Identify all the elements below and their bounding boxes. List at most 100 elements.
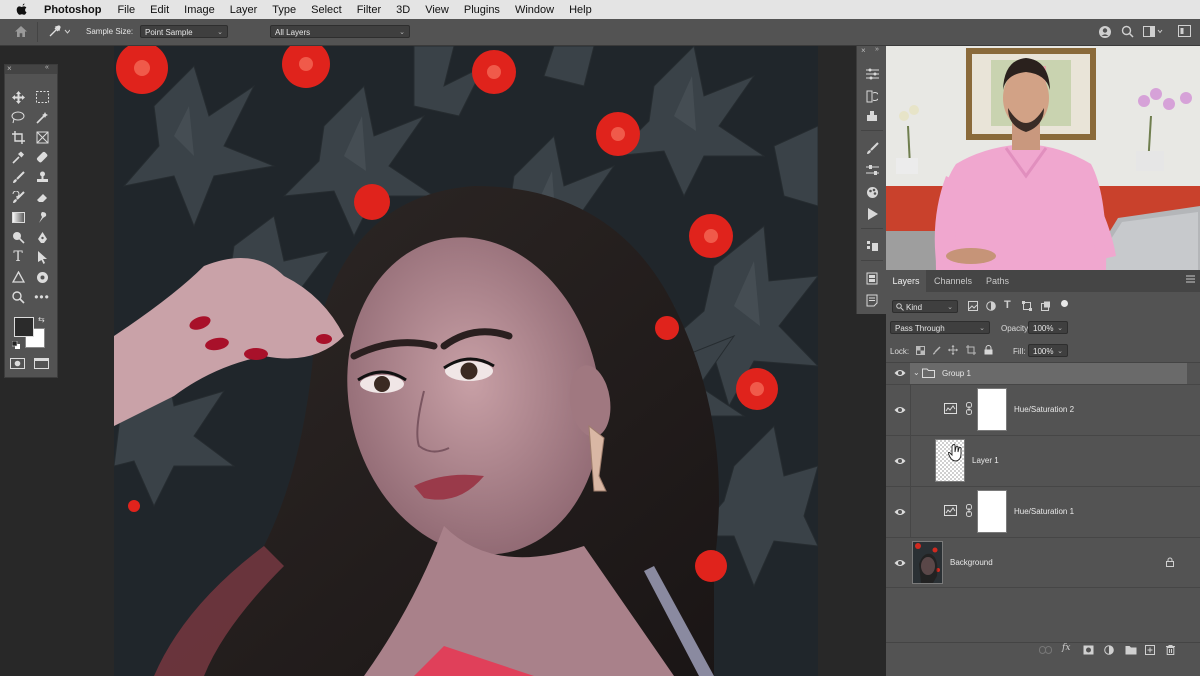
eye-icon[interactable]	[894, 507, 906, 517]
close-icon[interactable]: ×	[861, 46, 866, 55]
swap-colors-icon[interactable]: ⇆	[38, 315, 45, 324]
eye-icon[interactable]	[894, 405, 906, 415]
adjustments-icon[interactable]	[863, 162, 881, 178]
menu-plugins[interactable]: Plugins	[464, 4, 500, 16]
menu-filter[interactable]: Filter	[357, 4, 381, 16]
history-brush-tool-icon[interactable]	[8, 188, 28, 206]
filter-smart-object-icon[interactable]	[1041, 301, 1051, 311]
pen-tool-icon[interactable]	[32, 228, 52, 246]
more-tools-icon[interactable]: •••	[32, 288, 52, 306]
hand-tool-icon[interactable]	[32, 268, 52, 286]
filter-shape-icon[interactable]	[1022, 301, 1032, 311]
default-colors-icon[interactable]	[12, 341, 20, 349]
adjustment-layer-icon[interactable]	[1104, 645, 1114, 655]
layer-mask-thumbnail[interactable]	[977, 388, 1007, 431]
link-icon[interactable]	[966, 504, 972, 517]
lock-artboard-icon[interactable]	[966, 345, 976, 355]
shape-tool-icon[interactable]	[8, 268, 28, 286]
brush-tool-icon[interactable]	[8, 168, 28, 186]
menu-file[interactable]: File	[117, 4, 135, 16]
collapse-icon[interactable]: «	[45, 64, 49, 71]
expand-icon[interactable]: »	[875, 46, 879, 53]
lasso-tool-icon[interactable]	[8, 108, 28, 126]
arrange-icon[interactable]	[1178, 25, 1192, 38]
lock-transparent-icon[interactable]	[916, 346, 925, 355]
filter-type-icon[interactable]: T	[1004, 299, 1011, 311]
app-name[interactable]: Photoshop	[44, 4, 101, 16]
filter-pixel-icon[interactable]	[968, 301, 978, 311]
tab-channels[interactable]: Channels	[934, 270, 972, 292]
notes-icon[interactable]	[863, 292, 881, 308]
layer-mask-thumbnail[interactable]	[977, 490, 1007, 533]
menu-view[interactable]: View	[425, 4, 449, 16]
brush-settings-icon[interactable]	[863, 140, 881, 156]
sample-size-dropdown[interactable]: Point Sample ⌄	[140, 25, 228, 38]
home-icon[interactable]	[14, 25, 28, 38]
menu-3d[interactable]: 3D	[396, 4, 410, 16]
eye-icon[interactable]	[894, 368, 906, 378]
lock-icon[interactable]	[1166, 557, 1174, 567]
healing-brush-tool-icon[interactable]	[32, 148, 52, 166]
eraser-tool-icon[interactable]	[32, 188, 52, 206]
blend-mode-dropdown[interactable]: Pass Through ⌄	[890, 321, 990, 334]
path-selection-tool-icon[interactable]	[32, 248, 52, 266]
clone-source-icon[interactable]	[863, 108, 881, 124]
filter-kind-dropdown[interactable]: Kind ⌄	[892, 300, 958, 313]
chevron-down-icon[interactable]: ⌄	[913, 368, 920, 377]
layer-row-layer-1[interactable]: Layer 1	[886, 435, 1200, 487]
eyedropper-icon[interactable]	[48, 25, 70, 38]
mask-icon[interactable]	[1083, 645, 1094, 655]
lock-pixels-icon[interactable]	[932, 346, 941, 355]
workspace-icon[interactable]	[1143, 26, 1165, 38]
screen-mode-icon[interactable]	[34, 358, 49, 369]
menu-window[interactable]: Window	[515, 4, 554, 16]
trash-icon[interactable]	[1166, 645, 1175, 655]
foreground-color-swatch-top[interactable]	[14, 317, 34, 337]
clone-stamp-tool-icon[interactable]	[32, 168, 52, 186]
magic-wand-tool-icon[interactable]	[32, 108, 52, 126]
menu-layer[interactable]: Layer	[230, 4, 258, 16]
close-icon[interactable]: ×	[7, 64, 12, 73]
fill-input[interactable]: 100% ⌄	[1028, 344, 1068, 357]
smudge-tool-icon[interactable]	[32, 208, 52, 226]
marquee-tool-icon[interactable]	[32, 88, 52, 106]
menu-help[interactable]: Help	[569, 4, 592, 16]
frame-tool-icon[interactable]	[32, 128, 52, 146]
lock-all-icon[interactable]	[984, 345, 993, 355]
menu-image[interactable]: Image	[184, 4, 215, 16]
libraries-icon[interactable]	[863, 238, 881, 254]
eye-icon[interactable]	[894, 558, 906, 568]
tab-layers[interactable]: Layers	[886, 270, 926, 292]
background-thumbnail[interactable]	[912, 541, 943, 584]
lock-position-icon[interactable]	[948, 345, 958, 355]
swatches-icon[interactable]	[863, 184, 881, 200]
layer-row-group-1[interactable]: ⌄ Group 1	[886, 363, 1200, 384]
filter-toggle-icon[interactable]	[1061, 300, 1068, 307]
tab-paths[interactable]: Paths	[986, 270, 1009, 292]
link-icon[interactable]	[966, 402, 972, 415]
history-icon[interactable]	[863, 88, 881, 104]
search-icon[interactable]	[1121, 25, 1134, 38]
actions-icon[interactable]	[863, 206, 881, 222]
zoom-tool-icon[interactable]	[8, 288, 28, 306]
tools-panel-header[interactable]: × «	[5, 64, 57, 74]
link-layers-icon[interactable]	[1039, 646, 1052, 654]
sample-layers-dropdown[interactable]: All Layers ⌄	[270, 25, 410, 38]
filter-adjustment-icon[interactable]	[986, 301, 996, 311]
gradient-tool-icon[interactable]	[8, 208, 28, 226]
menu-type[interactable]: Type	[272, 4, 296, 16]
fx-icon[interactable]: fx	[1062, 643, 1070, 653]
new-layer-icon[interactable]	[1145, 645, 1155, 655]
layers-stack-icon[interactable]	[863, 270, 881, 286]
opacity-input[interactable]: 100% ⌄	[1028, 321, 1068, 334]
layer-row-hue-saturation-2[interactable]: Hue/Saturation 2	[886, 384, 1200, 436]
panel-menu-icon[interactable]	[1186, 275, 1195, 283]
quick-mask-icon[interactable]	[10, 358, 25, 369]
new-group-icon[interactable]	[1125, 645, 1137, 655]
layer-row-background[interactable]: Background	[886, 537, 1200, 588]
move-tool-icon[interactable]	[8, 88, 28, 106]
properties-icon[interactable]	[863, 66, 881, 82]
crop-tool-icon[interactable]	[8, 128, 28, 146]
share-icon[interactable]	[1098, 25, 1112, 39]
eye-icon[interactable]	[894, 456, 906, 466]
